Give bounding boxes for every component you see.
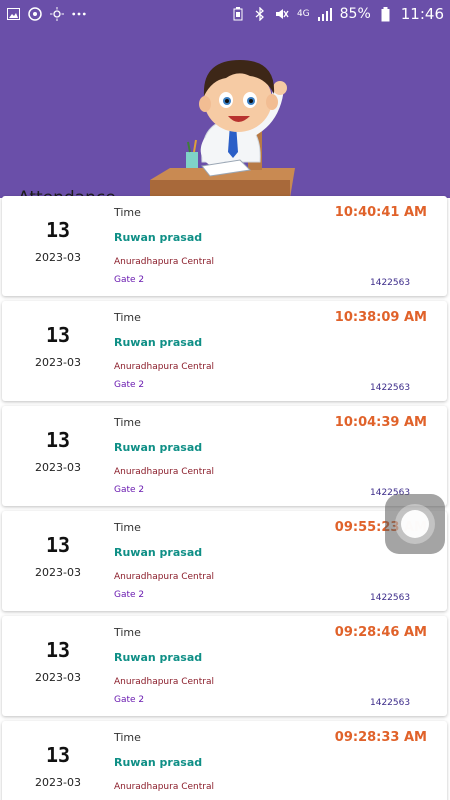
time-value: 10:40:41 AM bbox=[334, 205, 427, 220]
time-value: 09:28:33 AM bbox=[334, 730, 427, 745]
date-block: 13 2023-03 bbox=[2, 616, 114, 716]
bluetooth-icon bbox=[253, 7, 267, 21]
day-number: 13 bbox=[45, 218, 71, 242]
school-name: Anuradhapura Central bbox=[114, 572, 214, 582]
student-code: 1422563 bbox=[370, 383, 411, 393]
year-month: 2023-03 bbox=[35, 251, 81, 264]
gate-label: Gate 2 bbox=[114, 275, 145, 285]
more-dots-icon bbox=[72, 7, 86, 21]
status-bar: 4G 85% 11:46 bbox=[0, 0, 450, 28]
weather-icon bbox=[50, 7, 64, 21]
school-name: Anuradhapura Central bbox=[114, 677, 214, 687]
gate-label: Gate 2 bbox=[114, 485, 145, 495]
date-block: 13 2023-03 bbox=[2, 511, 114, 611]
time-value: 10:04:39 AM bbox=[334, 415, 427, 430]
gate-label: Gate 2 bbox=[114, 695, 145, 705]
time-label: Time bbox=[114, 416, 141, 429]
signal-icon bbox=[317, 7, 332, 21]
day-number: 13 bbox=[45, 638, 71, 662]
student-code: 1422563 bbox=[370, 698, 411, 708]
school-name: Anuradhapura Central bbox=[114, 782, 214, 792]
assistive-touch-button[interactable] bbox=[385, 494, 445, 554]
student-code: 1422563 bbox=[370, 593, 411, 603]
student-code: 1422563 bbox=[370, 278, 411, 288]
gate-label: Gate 2 bbox=[114, 590, 145, 600]
date-block: 13 2023-03 bbox=[2, 301, 114, 401]
battery-percent: 85% bbox=[339, 6, 371, 22]
assistive-touch-dot-icon bbox=[401, 510, 429, 538]
battery-saver-icon bbox=[231, 7, 245, 21]
attendance-card[interactable]: 13 2023-03 Time 09:28:46 AM Ruwan prasad… bbox=[2, 616, 447, 716]
day-number: 13 bbox=[45, 323, 71, 347]
year-month: 2023-03 bbox=[35, 461, 81, 474]
time-label: Time bbox=[114, 311, 141, 324]
school-name: Anuradhapura Central bbox=[114, 467, 214, 477]
school-name: Anuradhapura Central bbox=[114, 257, 214, 267]
date-block: 13 2023-03 bbox=[2, 196, 114, 296]
year-month: 2023-03 bbox=[35, 356, 81, 369]
school-name: Anuradhapura Central bbox=[114, 362, 214, 372]
year-month: 2023-03 bbox=[35, 776, 81, 789]
time-label: Time bbox=[114, 521, 141, 534]
student-illustration bbox=[150, 60, 295, 198]
time-label: Time bbox=[114, 626, 141, 639]
battery-icon bbox=[379, 6, 393, 21]
clock: 11:46 bbox=[400, 5, 444, 23]
network-type: 4G bbox=[296, 9, 310, 19]
year-month: 2023-03 bbox=[35, 566, 81, 579]
student-name: Ruwan prasad bbox=[114, 231, 203, 244]
attendance-card[interactable]: 13 2023-03 Time 10:38:09 AM Ruwan prasad… bbox=[2, 301, 447, 401]
student-name: Ruwan prasad bbox=[114, 651, 203, 664]
student-name: Ruwan prasad bbox=[114, 336, 203, 349]
attendance-card[interactable]: 13 2023-03 Time 09:55:23 AM Ruwan prasad… bbox=[2, 511, 447, 611]
student-name: Ruwan prasad bbox=[114, 546, 203, 559]
mute-icon bbox=[275, 7, 289, 21]
image-icon bbox=[6, 7, 20, 21]
student-name: Ruwan prasad bbox=[114, 756, 203, 769]
student-name: Ruwan prasad bbox=[114, 441, 203, 454]
time-value: 09:28:46 AM bbox=[334, 625, 427, 640]
day-number: 13 bbox=[45, 428, 71, 452]
time-value: 10:38:09 AM bbox=[334, 310, 427, 325]
header-banner: Attendance bbox=[0, 0, 450, 198]
assistive-touch-ring-icon bbox=[395, 504, 435, 544]
date-block: 13 2023-03 bbox=[2, 406, 114, 506]
attendance-card[interactable]: 13 2023-03 Time 10:04:39 AM Ruwan prasad… bbox=[2, 406, 447, 506]
year-month: 2023-03 bbox=[35, 671, 81, 684]
attendance-card[interactable]: 13 2023-03 Time 10:40:41 AM Ruwan prasad… bbox=[2, 196, 447, 296]
attendance-card[interactable]: 13 2023-03 Time 09:28:33 AM Ruwan prasad… bbox=[2, 721, 447, 800]
gate-label: Gate 2 bbox=[114, 380, 145, 390]
day-number: 13 bbox=[45, 743, 71, 767]
whatsapp-icon bbox=[28, 7, 42, 21]
time-label: Time bbox=[114, 206, 141, 219]
date-block: 13 2023-03 bbox=[2, 721, 114, 800]
day-number: 13 bbox=[45, 533, 71, 557]
time-label: Time bbox=[114, 731, 141, 744]
